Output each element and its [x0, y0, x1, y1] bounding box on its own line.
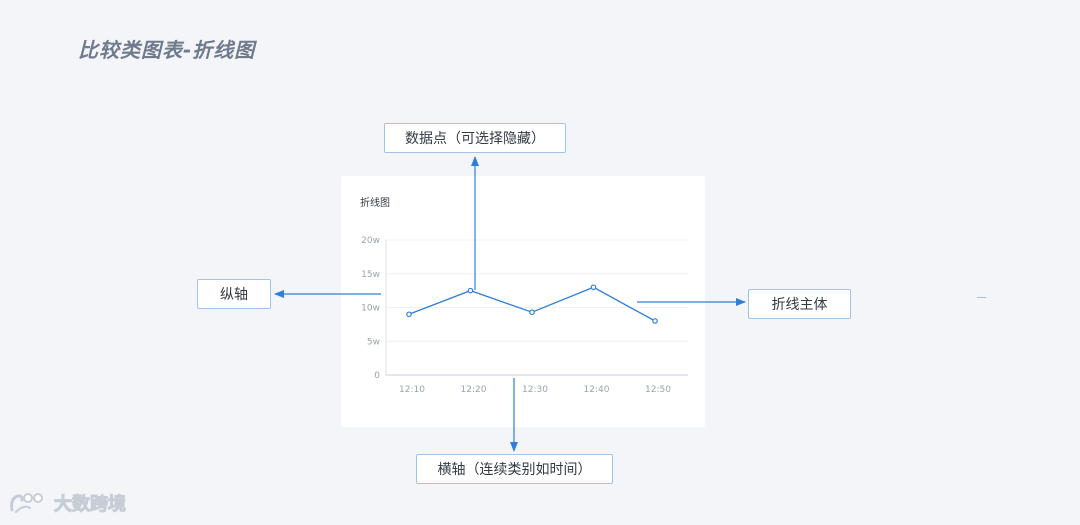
watermark-text: 大数跨境 [54, 494, 127, 516]
callout-x-axis: 横轴（连续类别如时间） [416, 454, 613, 484]
x-tick-label: 12:40 [584, 385, 610, 395]
line-chart: 0 5w 10w 15w 20w 12:10 12:20 12:30 12:40 12:50 [361, 236, 688, 395]
callout-line-body: 折线主体 [748, 289, 851, 319]
y-tick-label: 15w [361, 270, 380, 280]
diagram-canvas: 0 5w 10w 15w 20w 12:10 12:20 12:30 12:40 12:50 [274, 156, 746, 452]
x-tick-label: 12:10 [399, 385, 425, 395]
y-tick-label: 10w [361, 304, 380, 314]
data-point [406, 311, 412, 318]
x-tick-label: 12:50 [645, 385, 671, 395]
data-point [467, 287, 474, 294]
watermark: 大数跨境 [8, 490, 127, 516]
y-tick-label: 20w [361, 236, 380, 246]
series-line [408, 286, 656, 322]
data-point [590, 284, 597, 291]
x-tick-label: 12:30 [522, 385, 548, 395]
callout-data-point: 数据点（可选择隐藏） [384, 123, 566, 153]
data-point [652, 318, 658, 324]
y-tick-label: 5w [367, 337, 380, 347]
brand-logo-icon [8, 490, 48, 516]
x-tick-label: 12:20 [461, 385, 487, 395]
data-point [529, 309, 535, 316]
callout-y-axis: 纵轴 [197, 279, 271, 309]
y-tick-label: 0 [374, 371, 380, 381]
